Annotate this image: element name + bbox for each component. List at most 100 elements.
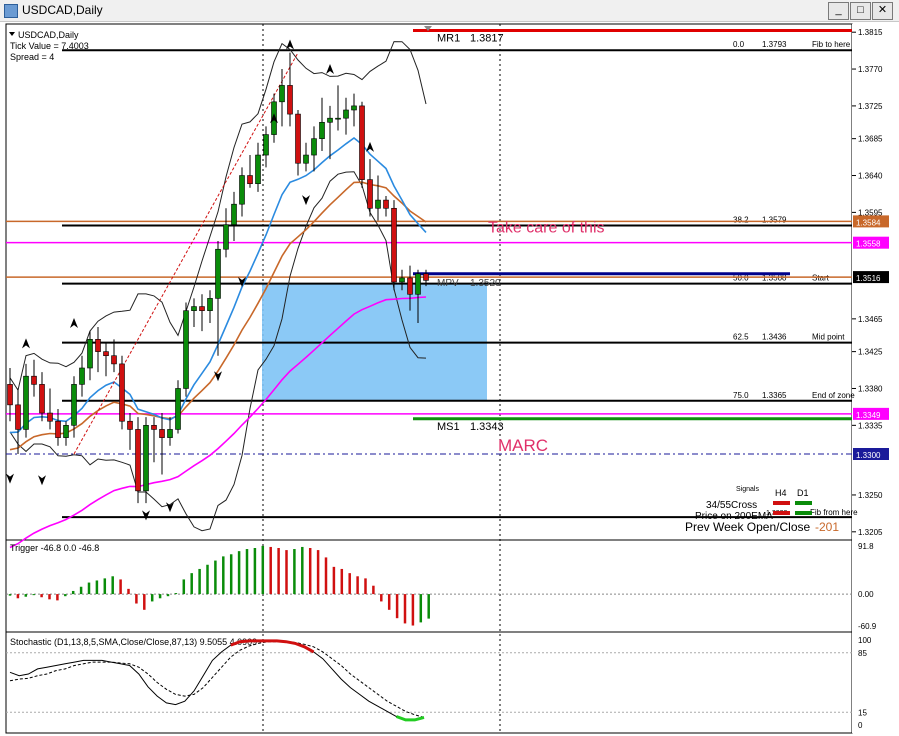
signal-d1-ema-indicator (795, 511, 812, 515)
candle-body (199, 306, 205, 311)
price-tag-label: 1.3516 (856, 274, 881, 283)
candle-body (423, 273, 429, 281)
close-button[interactable]: ✕ (872, 2, 893, 20)
price-axis-label: 1.3640 (858, 172, 883, 181)
price-axis-label: 1.3205 (858, 528, 883, 537)
price-axis-label: 1.3770 (858, 65, 883, 74)
pivot-s1-label: MS1 (437, 421, 460, 433)
chart-info-line: Spread = 4 (10, 52, 54, 62)
candle-body (391, 207, 397, 283)
signals-title: Signals (736, 486, 759, 493)
pivot-s1-value: 1.3343 (470, 421, 504, 433)
minimize-button[interactable]: _ (828, 2, 849, 20)
stochastic-axis-label: 85 (858, 649, 867, 658)
candle-body (287, 85, 293, 115)
fib-level-label: 38.2 (733, 215, 749, 224)
candle-body (415, 273, 421, 295)
candle-body (399, 277, 405, 283)
signals-h4-header: H4 (775, 488, 787, 498)
candle-body (143, 425, 149, 492)
price-axis-label: 1.3725 (858, 102, 883, 111)
candle-body (327, 117, 333, 123)
price-axis-label: 1.3250 (858, 491, 883, 500)
candle-body (167, 429, 173, 438)
signal-d1-cross-indicator (795, 501, 812, 505)
fib-level-note: Mid point (812, 333, 845, 342)
signal-row-ema-note: Fib from here (810, 508, 858, 517)
fib-level-value: 1.3365 (762, 391, 787, 400)
signal-h4-cross-indicator (773, 501, 790, 505)
candle-body (239, 175, 245, 205)
candle-body (55, 420, 61, 438)
candle-body (223, 224, 229, 250)
candle-body (215, 248, 221, 299)
stochastic-axis-label: 15 (858, 708, 867, 717)
candle-body (79, 367, 85, 385)
candle-body (319, 121, 325, 139)
maximize-button[interactable]: □ (850, 2, 871, 20)
prev-week-value: -201 (815, 520, 839, 534)
panel-frame-1 (5, 23, 853, 541)
price-axis-label: 1.3380 (858, 384, 883, 393)
marc-note: MARC (498, 436, 548, 455)
candle-body (71, 384, 77, 426)
candle-body (311, 138, 317, 156)
price-axis-label: 1.3685 (858, 135, 883, 144)
candle-body (367, 179, 373, 209)
candle-body (135, 429, 141, 492)
price-axis-label: 1.3815 (858, 28, 883, 37)
pivot-main-label: MPV (437, 278, 459, 289)
prev-week-label: Prev Week Open/Close (685, 520, 810, 534)
fib-level-label: 0.0 (733, 40, 745, 49)
fib-level-label: 62.5 (733, 333, 749, 342)
window-title: USDCAD,Daily (22, 3, 103, 17)
stochastic-axis-label: 0 (858, 721, 863, 730)
chart-area[interactable]: MR1 1.38170.0 1.3793 Fib to here38.2 1.35795… (0, 21, 899, 736)
candle-body (263, 134, 269, 156)
candle-body (183, 310, 189, 389)
candle-body (23, 375, 29, 430)
candle-body (279, 85, 285, 103)
candle-body (15, 404, 21, 430)
fib-level-note: End of zone (812, 391, 855, 400)
pivot-r1-label: MR1 (437, 33, 460, 45)
fib-level-value: 1.3579 (762, 215, 787, 224)
candle-body (343, 109, 349, 119)
candle-body (111, 355, 117, 365)
candle-body (127, 420, 133, 430)
candle-body (351, 105, 357, 111)
chart-info-line: USDCAD,Daily (18, 30, 79, 40)
price-axis-label: 1.3465 (858, 315, 883, 324)
price-tag-label: 1.3300 (856, 451, 881, 460)
candle-body (87, 339, 93, 369)
candle-body (359, 105, 365, 180)
price-tag-label: 1.3349 (856, 411, 881, 420)
candle-body (31, 375, 37, 385)
candle-body (303, 154, 309, 164)
candle-body (255, 154, 261, 185)
pivot-main-value: 1.3520 (470, 278, 501, 289)
price-tag-label: 1.3584 (856, 218, 881, 227)
panel-frame-3 (5, 631, 853, 734)
candle-body (247, 175, 253, 185)
candle-body (191, 306, 197, 311)
price-axis-label: 1.3335 (858, 421, 883, 430)
signals-d1-header: D1 (797, 488, 809, 498)
fib-level-value: 1.3436 (762, 333, 787, 342)
trigger-axis-label: -60.9 (858, 622, 877, 631)
fib-level-label: 75.0 (733, 391, 749, 400)
candle-body (175, 388, 181, 430)
stochastic-title: Stochastic (D1,13,8,5,SMA,Close/Close,87… (10, 637, 257, 647)
candle-body (63, 425, 69, 438)
stochastic-axis-label: 100 (858, 636, 872, 645)
candle-body (159, 429, 165, 438)
signal-row-cross: 34/55Cross (706, 500, 757, 511)
signal-h4-ema-indicator (773, 511, 790, 515)
candle-body (47, 412, 53, 422)
candle-body (7, 384, 13, 406)
pivot-r1-value: 1.3817 (470, 33, 504, 45)
price-tag-label: 1.3558 (856, 240, 881, 249)
chart-window-icon (4, 4, 18, 18)
price-axis-label: 1.3425 (858, 348, 883, 357)
candle-body (95, 339, 101, 352)
